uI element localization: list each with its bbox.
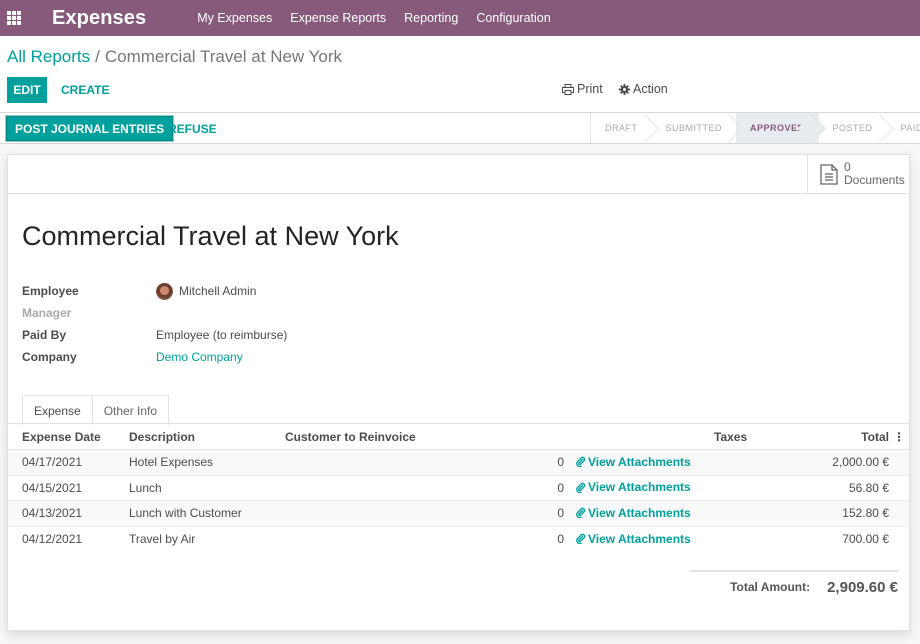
cell-description: Lunch with Customer (129, 506, 242, 521)
table-row[interactable]: 04/12/2021 Travel by Air 0 View Attachme… (8, 526, 909, 552)
print-button[interactable]: Print (562, 82, 603, 96)
print-label: Print (577, 82, 603, 96)
company-row: Company Demo Company (22, 346, 287, 368)
status-bar: POST JOURNAL ENTRIES REFUSE DRAFT SUBMIT… (0, 113, 920, 144)
expense-lines-table: Expense Date Description Customer to Rei… (8, 425, 909, 552)
menu-my-expenses[interactable]: My Expenses (197, 11, 272, 25)
cell-description: Lunch (129, 480, 162, 495)
paperclip-icon (576, 533, 586, 544)
menu-configuration[interactable]: Configuration (476, 11, 550, 25)
stage-posted[interactable]: POSTED (819, 113, 887, 143)
view-attachments-label: View Attachments (588, 505, 691, 520)
menu-reporting[interactable]: Reporting (404, 11, 458, 25)
total-amount-value: 2,909.60 € (827, 578, 898, 596)
action-label: Action (633, 82, 668, 96)
cell-total: 56.80 € (848, 480, 889, 495)
paperclip-icon (576, 507, 586, 518)
cell-total: 700.00 € (842, 532, 889, 547)
top-navbar: Expenses My Expenses Expense Reports Rep… (0, 0, 920, 36)
paid-by-label: Paid By (22, 328, 67, 342)
view-attachments-link[interactable]: View Attachments (575, 506, 691, 520)
form-sheet: 0 Documents Commercial Travel at New Yor… (7, 154, 910, 631)
stage-approved[interactable]: APPROVED (736, 113, 819, 143)
cell-date: 04/15/2021 (22, 480, 83, 495)
post-journal-entries-button[interactable]: POST JOURNAL ENTRIES (6, 116, 174, 141)
view-attachments-link[interactable]: View Attachments (575, 480, 691, 494)
refuse-button[interactable]: REFUSE (160, 116, 225, 141)
cell-attachment-count: 0 (557, 480, 564, 495)
action-button[interactable]: Action (619, 82, 668, 96)
report-title: Commercial Travel at New York (22, 221, 399, 251)
tab-expense[interactable]: Expense (22, 395, 93, 425)
cell-date: 04/12/2021 (22, 532, 83, 547)
gear-icon (619, 83, 630, 95)
avatar (156, 282, 173, 300)
company-label: Company (22, 350, 77, 364)
optional-columns-icon[interactable]: ⋮ (893, 430, 905, 444)
cell-attachment-count: 0 (557, 506, 564, 521)
paperclip-icon (576, 482, 586, 493)
employee-label: Employee (22, 284, 79, 298)
cell-date: 04/13/2021 (22, 506, 83, 521)
tab-divider (8, 423, 909, 424)
cell-attachment-count: 0 (557, 532, 564, 547)
stage-submitted[interactable]: SUBMITTED (652, 113, 737, 143)
apps-menu-icon[interactable] (7, 11, 23, 25)
main-menu: My Expenses Expense Reports Reporting Co… (197, 11, 568, 25)
app-name[interactable]: Expenses (52, 7, 146, 30)
cell-description: Hotel Expenses (129, 455, 214, 470)
control-panel: All Reports / Commercial Travel at New Yor… (0, 36, 920, 113)
employee-row: Employee Mitchell Admin (22, 280, 287, 302)
breadcrumb-current: Commercial Travel at New York (104, 47, 343, 66)
employee-field[interactable]: Mitchell Admin (156, 282, 257, 300)
view-attachments-link[interactable]: View Attachments (575, 455, 691, 469)
create-button[interactable]: CREATE (53, 77, 117, 103)
documents-label: Documents (844, 173, 905, 187)
table-row[interactable]: 04/13/2021 Lunch with Customer 0 View At… (8, 501, 909, 527)
view-attachments-label: View Attachments (588, 531, 691, 546)
table-header: Expense Date Description Customer to Rei… (8, 425, 909, 450)
total-amount-label: Total Amount: (730, 580, 811, 594)
col-expense-date[interactable]: Expense Date (8, 430, 129, 444)
notebook-tabs: Expense Other Info (22, 395, 170, 425)
document-icon (820, 163, 838, 185)
col-customer[interactable]: Customer to Reinvoice (285, 430, 448, 444)
edit-button[interactable]: EDIT (7, 77, 47, 103)
stage-draft[interactable]: DRAFT (591, 113, 652, 143)
cell-total: 152.80 € (842, 506, 889, 521)
paid-by-row: Paid By Employee (to reimburse) (22, 324, 287, 346)
employee-value: Mitchell Admin (179, 284, 257, 298)
breadcrumb-all-reports[interactable]: All Reports (7, 47, 90, 66)
col-taxes[interactable]: Taxes (714, 430, 814, 444)
breadcrumb: All Reports / Commercial Travel at New Yor… (7, 47, 342, 67)
view-attachments-link[interactable]: View Attachments (575, 532, 691, 546)
report-fields: Employee Mitchell Admin Manager Paid By … (22, 280, 287, 368)
table-row[interactable]: 04/17/2021 Hotel Expenses 0 View Attachm… (8, 450, 909, 476)
cell-date: 04/17/2021 (22, 455, 83, 470)
col-description[interactable]: Description (129, 430, 285, 444)
button-box: 0 Documents (8, 155, 909, 194)
col-total[interactable]: Total (814, 430, 889, 444)
menu-expense-reports[interactable]: Expense Reports (290, 11, 386, 25)
cell-total: 2,000.00 € (832, 455, 889, 470)
breadcrumb-separator: / (95, 47, 100, 66)
paid-by-value: Employee (to reimburse) (156, 328, 288, 342)
tab-other-info[interactable]: Other Info (92, 395, 170, 425)
view-attachments-label: View Attachments (588, 480, 691, 494)
total-amount-box: Total Amount: 2,909.60 € (690, 570, 898, 602)
documents-button[interactable]: 0 Documents (807, 155, 909, 193)
print-icon (562, 83, 574, 95)
manager-label: Manager (22, 306, 72, 320)
paperclip-icon (576, 456, 586, 467)
table-body: 04/17/2021 Hotel Expenses 0 View Attachm… (8, 450, 909, 552)
cell-description: Travel by Air (129, 532, 196, 547)
manager-row: Manager (22, 302, 287, 324)
cell-attachment-count: 0 (557, 455, 564, 470)
table-row[interactable]: 04/15/2021 Lunch 0 View Attachments 56.8… (8, 476, 909, 501)
company-link[interactable]: Demo Company (156, 350, 243, 364)
stage-pipeline: DRAFT SUBMITTED APPROVED POSTED PAID (590, 113, 920, 143)
view-attachments-label: View Attachments (588, 454, 691, 469)
